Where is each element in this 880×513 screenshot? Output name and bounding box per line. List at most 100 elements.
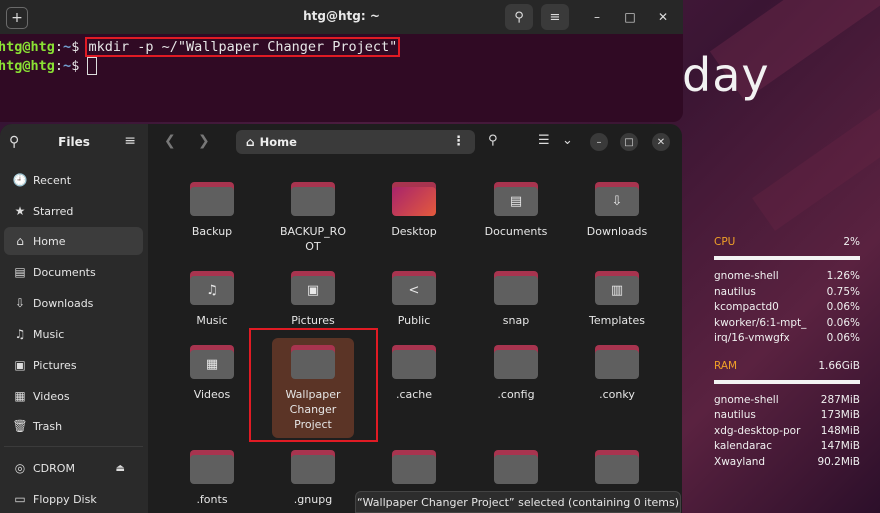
conky-widget: CPU 2% gnome-shell 1.26% nautilus 0.75% kcomp…: [714, 236, 860, 471]
process-row: xdg-desktop-por 148MiB: [714, 425, 860, 441]
terminal-line: htg@htg:~$ mkdir -p ~/"Wallpaper Changer…: [0, 37, 683, 57]
cpu-header: CPU 2%: [714, 236, 860, 252]
minimize-icon[interactable]: –: [590, 10, 604, 24]
forward-icon[interactable]: ❯: [198, 133, 210, 149]
text-cursor: [87, 57, 98, 75]
process-row: nautilus 173MiB: [714, 409, 860, 425]
sidebar-item-music[interactable]: ♫ Music: [4, 320, 143, 348]
folder-item[interactable]: Backup: [162, 182, 262, 239]
sidebar-item-cdrom[interactable]: ◎ CDROM ⏏: [4, 454, 143, 482]
folder-item[interactable]: ⇩ Downloads: [567, 182, 667, 239]
folder-item[interactable]: [364, 450, 464, 484]
maximize-icon[interactable]: □: [623, 10, 637, 24]
sidebar-item-videos[interactable]: ▦ Videos: [4, 382, 143, 410]
star-icon: ★: [14, 204, 26, 218]
folder-item[interactable]: < Public: [364, 271, 464, 328]
process-name: nautilus: [714, 409, 756, 421]
folder-item[interactable]: .conky: [567, 345, 667, 402]
process-name: gnome-shell: [714, 393, 779, 406]
desktop-clock-text: day: [682, 48, 770, 102]
folder-item[interactable]: ▣ Pictures: [263, 271, 363, 328]
folder-item[interactable]: .gnupg: [263, 450, 363, 507]
sidebar-item-label: Documents: [33, 265, 96, 279]
terminal-body[interactable]: htg@htg:~$ mkdir -p ~/"Wallpaper Changer…: [0, 34, 683, 76]
process-row: kalendarac 147MiB: [714, 440, 860, 456]
terminal-titlebar[interactable]: + htg@htg: ~ ⚲ ≡ – □ ✕: [0, 0, 683, 34]
process-row: gnome-shell 1.26%: [714, 270, 860, 286]
folder-icon: [595, 345, 639, 379]
process-name: Xwayland: [714, 455, 766, 468]
folder-item[interactable]: Desktop: [364, 182, 464, 239]
folder-name: .cache: [395, 388, 433, 401]
search-icon[interactable]: ⚲: [505, 4, 533, 30]
folder-icon: ♫: [190, 271, 234, 305]
folder-item[interactable]: ▤ Documents: [466, 182, 566, 239]
folder-item[interactable]: ♫ Music: [162, 271, 262, 328]
ram-header: RAM 1.66GiB: [714, 360, 860, 376]
close-icon[interactable]: ✕: [656, 10, 670, 24]
terminal-window[interactable]: + htg@htg: ~ ⚲ ≡ – □ ✕ htg@htg:~$ mkdir …: [0, 0, 683, 122]
prompt-sep: :: [54, 39, 64, 55]
folder-icon: [291, 182, 335, 216]
folder-icon: [494, 450, 538, 484]
folder-name: .config: [497, 388, 535, 401]
sidebar-item-documents[interactable]: ▤ Documents: [4, 258, 143, 286]
folder-item[interactable]: .cache: [364, 345, 464, 402]
process-row: irq/16-vmwgfx 0.06%: [714, 332, 860, 348]
sidebar-item-label: Floppy Disk: [33, 492, 97, 506]
process-name: kalendarac: [714, 440, 772, 452]
hamburger-menu-icon[interactable]: ≡: [541, 4, 569, 30]
folder-item[interactable]: [466, 450, 566, 484]
process-row: gnome-shell 287MiB: [714, 394, 860, 410]
disc-icon: ◎: [14, 461, 26, 475]
picture-icon: ▣: [14, 358, 26, 372]
ram-value: 1.66GiB: [818, 359, 860, 372]
sidebar-item-downloads[interactable]: ⇩ Downloads: [4, 289, 143, 317]
folder-item[interactable]: BACKUP_RO OT: [263, 182, 363, 254]
folder-item[interactable]: [567, 450, 667, 484]
process-value: 0.06%: [826, 332, 860, 344]
hamburger-menu-icon[interactable]: ≡: [124, 133, 136, 149]
folder-item[interactable]: ▥ Templates: [567, 271, 667, 328]
folder-icon: <: [392, 271, 436, 305]
process-value: 0.75%: [826, 285, 860, 298]
process-name: irq/16-vmwgfx: [714, 332, 790, 344]
path-bar[interactable]: ⌂ Home ⋮: [236, 130, 475, 154]
maximize-icon[interactable]: □: [620, 133, 638, 151]
process-value: 287MiB: [820, 393, 860, 406]
path-label: Home: [259, 135, 297, 149]
view-list-icon[interactable]: ☰: [538, 133, 550, 148]
home-icon: ⌂: [16, 234, 24, 248]
ram-process-list: gnome-shell 287MiB nautilus 173MiB xdg-deskt…: [714, 394, 860, 472]
minimize-icon[interactable]: –: [590, 133, 608, 151]
process-name: kcompactd0: [714, 301, 779, 313]
close-icon[interactable]: ✕: [652, 133, 670, 151]
music-icon: ♫: [14, 327, 26, 341]
more-options-icon[interactable]: ⋮: [452, 134, 465, 149]
chevron-down-icon[interactable]: ⌄: [562, 133, 573, 148]
folder-item[interactable]: ▦ Videos: [162, 345, 262, 402]
folder-name: Music: [196, 314, 228, 327]
sidebar-divider: [4, 446, 143, 447]
sidebar-item-pictures[interactable]: ▣ Pictures: [4, 351, 143, 379]
folder-icon: [190, 450, 234, 484]
search-icon[interactable]: ⚲: [488, 133, 498, 148]
process-value: 1.26%: [826, 270, 860, 282]
folder-item[interactable]: snap: [466, 271, 566, 328]
trash-icon: 🗑: [12, 419, 28, 433]
sidebar-item-trash[interactable]: 🗑 Trash: [4, 412, 143, 440]
folder-name: Downloads: [586, 225, 648, 238]
sidebar-item-floppy-disk[interactable]: ▭ Floppy Disk: [4, 485, 143, 513]
sidebar-item-starred[interactable]: ★ Starred: [4, 197, 143, 225]
prompt-path: ~: [63, 39, 72, 55]
folder-name: Documents: [484, 225, 548, 238]
sidebar-item-home[interactable]: ⌂ Home: [4, 227, 143, 255]
back-icon[interactable]: ❮: [164, 133, 176, 149]
sidebar-item-recent[interactable]: 🕘 Recent: [4, 166, 143, 194]
cpu-label: CPU: [714, 236, 736, 248]
eject-icon[interactable]: ⏏: [116, 463, 125, 474]
clock-icon: 🕘: [12, 173, 28, 187]
folder-item[interactable]: .config: [466, 345, 566, 402]
folder-item[interactable]: .fonts: [162, 450, 262, 507]
prompt-sep: :: [54, 58, 64, 74]
